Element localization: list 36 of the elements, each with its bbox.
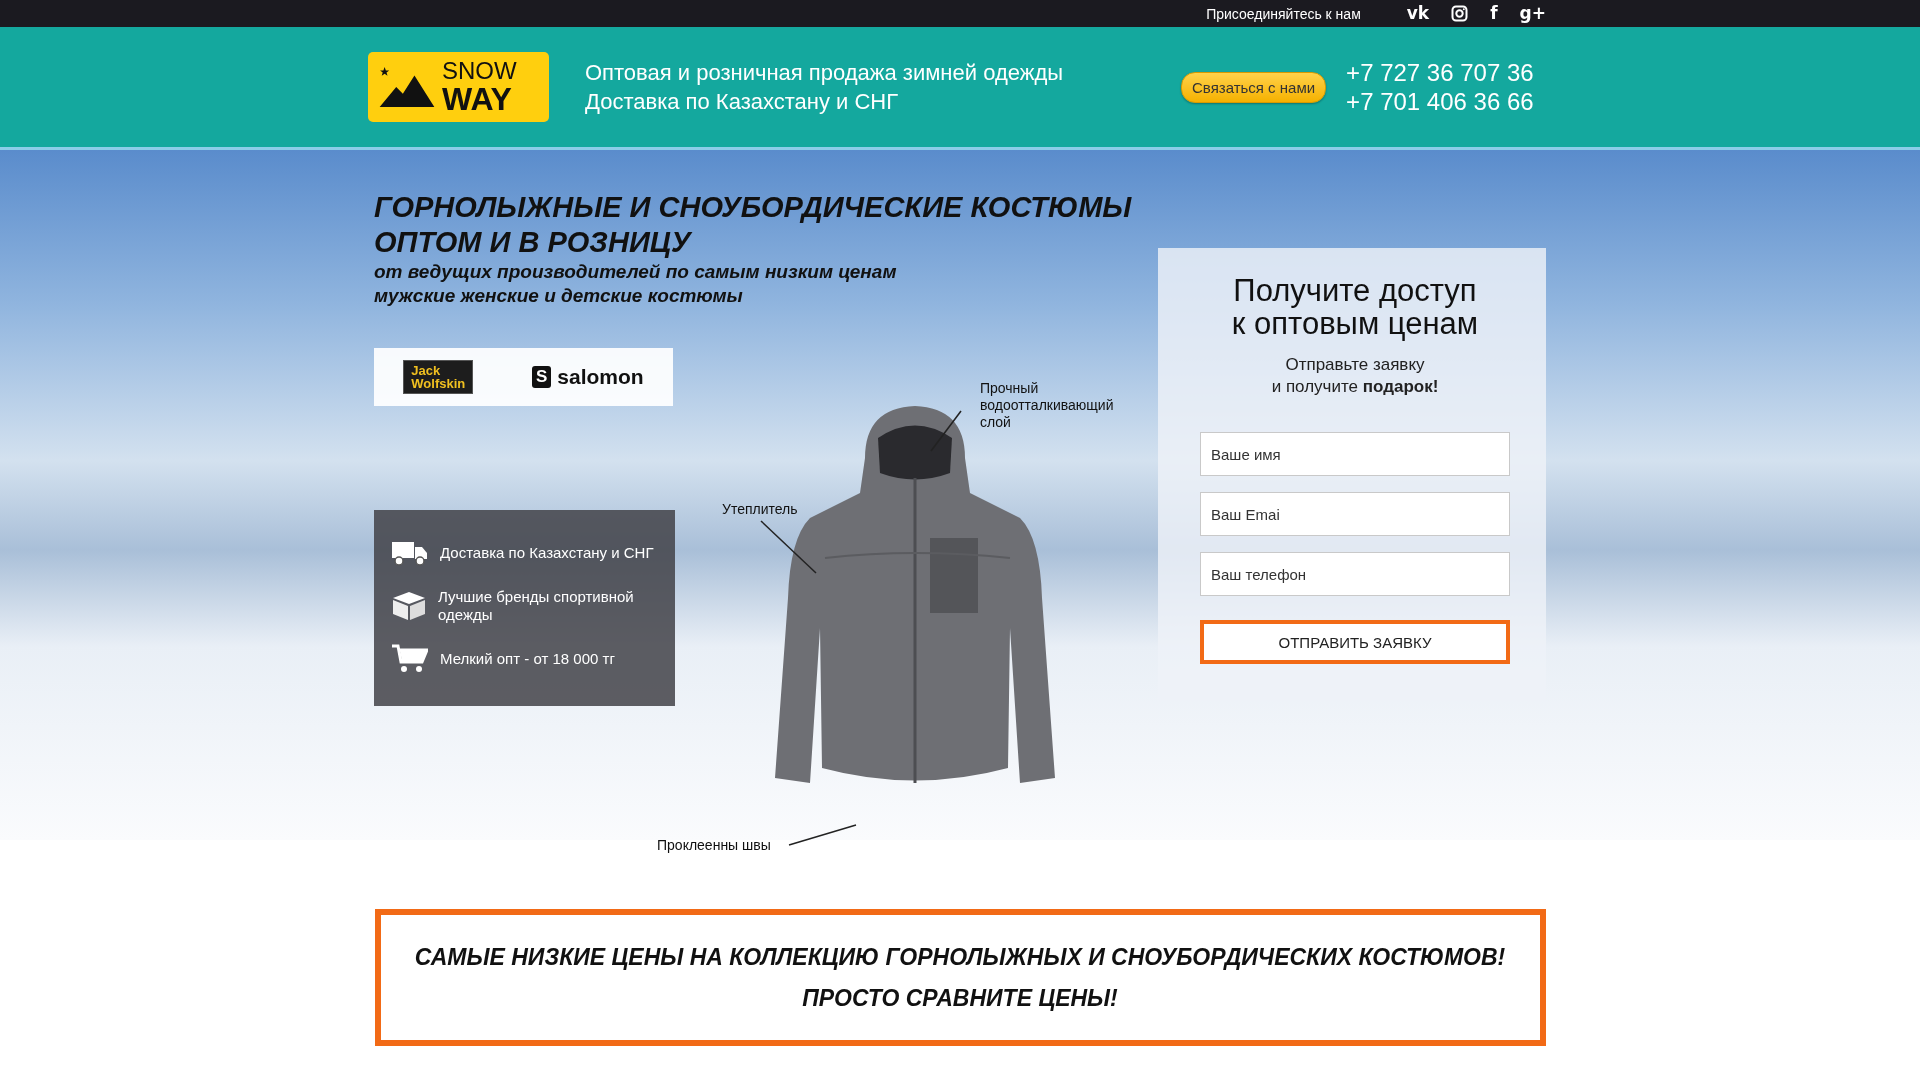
hero-subtitle: от ведущих производителей по самым низким ценам мужские женские и детские костюмы	[374, 260, 898, 308]
social-link[interactable]: f	[1490, 5, 1498, 22]
hero-title: ГОРНОЛЫЖНЫЕ И СНОУБОРДИЧЕСКИЕ КОСТЮМЫ ОПТОМ И В РОЗНИЦУ	[374, 190, 1133, 260]
camera-icon[interactable]	[1451, 5, 1469, 22]
callout-label: Проклеенны швы	[657, 837, 771, 854]
leader-line	[788, 824, 857, 846]
brand-logo: Jack Wolfskin	[403, 360, 474, 394]
logo-text: WAY	[442, 83, 513, 115]
logo-text: SNOW	[442, 59, 517, 83]
feature-text: Мелкий опт - от 18 000 тг	[440, 650, 615, 668]
contact-button[interactable]: Связаться с нами	[1181, 71, 1327, 103]
form-title: Получите доступ к оптовым ценам	[1230, 274, 1480, 340]
feature-text: Доставка по Казахстану и СНГ	[440, 544, 654, 562]
input-field[interactable]: Ваше имя	[1200, 432, 1510, 476]
cart-icon	[392, 644, 428, 674]
input-field[interactable]: Ваш Emai	[1200, 492, 1510, 536]
feature-text: Лучшие бренды спортивной одежды	[438, 588, 635, 624]
social-link[interactable]: vk	[1406, 5, 1430, 22]
phone-numbers: +7 727 36 707 36 +7 701 406 36 66	[1346, 58, 1534, 116]
brand-mark: S	[531, 366, 552, 388]
mountain-star-icon	[378, 65, 436, 109]
logo[interactable]: SNOW WAY	[368, 52, 549, 122]
social-link[interactable]: g+	[1519, 5, 1546, 22]
box-icon	[392, 591, 426, 621]
submit-button[interactable]: ОТПРАВИТЬ ЗАЯВКУ	[1200, 620, 1510, 664]
join-us-text: Присоединяйтесь к нам	[1206, 5, 1361, 22]
brand-logo: salomon	[557, 365, 644, 389]
input-field[interactable]: Ваш телефон	[1200, 552, 1510, 596]
tagline: Оптовая и розничная продажа зимней одежды Доставка по Казахстану и СНГ	[585, 59, 1065, 116]
callout-label: Прочный водоотталкивающий слой	[980, 380, 1114, 431]
leader-line	[760, 520, 817, 574]
promo-text: САМЫЕ НИЗКИЕ ЦЕНЫ НА КОЛЛЕКЦИЮ ГОРНОЛЫЖНЫХ И СНОУБОРДИЧЕСКИХ КОСТЮМОВ! ПРОСТО СРАВНИТЕ ЦЕНЫ!	[414, 942, 1506, 1013]
callout-label: Утеплитель	[722, 501, 798, 518]
form-note: Отправьте заявку и получите подарок!	[1270, 354, 1440, 398]
leader-line	[930, 410, 962, 452]
truck-icon	[392, 540, 428, 566]
